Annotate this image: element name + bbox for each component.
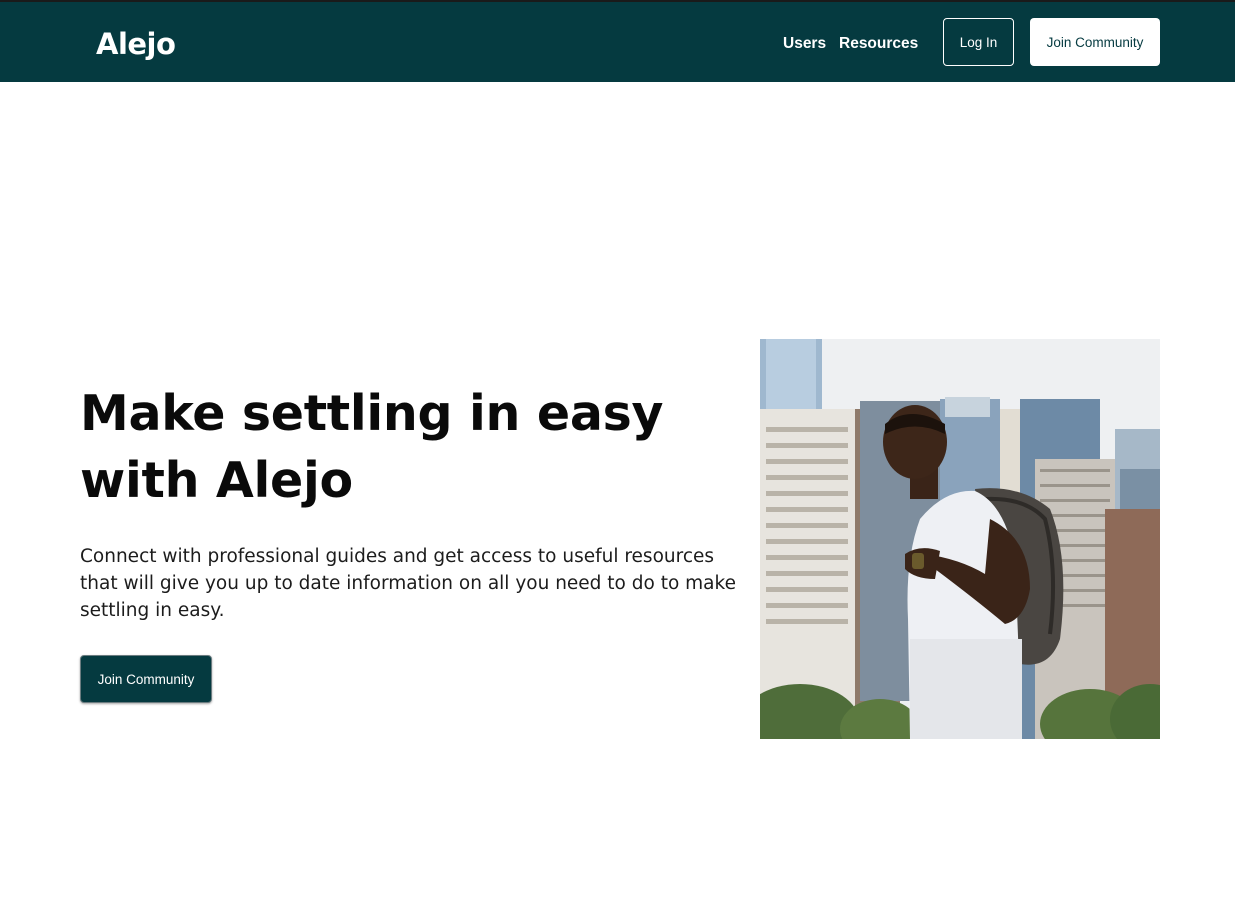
- login-button[interactable]: Log In: [943, 18, 1014, 66]
- join-community-nav-button[interactable]: Join Community: [1030, 18, 1160, 66]
- top-navbar: Alejo Users Resources Log In Join Commun…: [0, 0, 1235, 82]
- nav-link-users[interactable]: Users: [783, 34, 826, 54]
- nav-link-resources[interactable]: Resources: [839, 34, 918, 54]
- join-community-hero-button[interactable]: Join Community: [80, 655, 212, 703]
- hero-title: Make settling in easy with Alejo: [80, 385, 664, 509]
- brand-logo[interactable]: Alejo: [96, 24, 176, 64]
- hero-description: Connect with professional guides and get…: [80, 546, 736, 621]
- hero-photo: [760, 339, 1160, 739]
- hero-photo-illustration: [760, 339, 1160, 739]
